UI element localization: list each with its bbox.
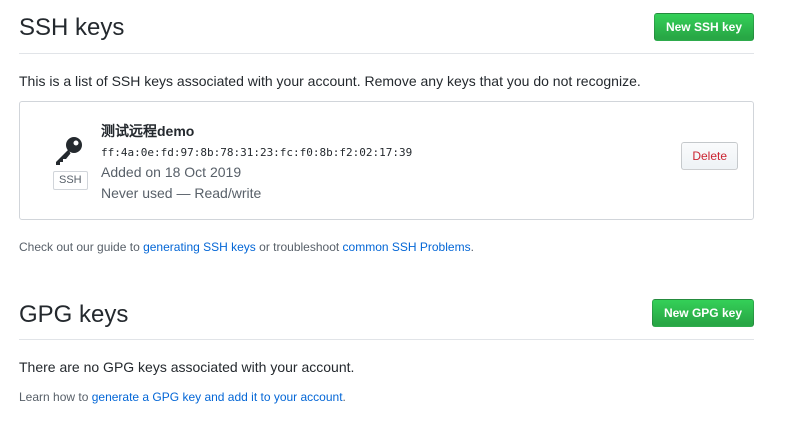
key-fingerprint: ff:4a:0e:fd:97:8b:78:31:23:fc:f0:8b:f2:0… (101, 146, 413, 159)
generating-ssh-keys-link[interactable]: generating SSH keys (143, 240, 256, 254)
ssh-note-suffix: . (470, 240, 474, 254)
ssh-help-note: Check out our guide to generating SSH ke… (19, 240, 474, 254)
ssh-keys-title: SSH keys (19, 14, 125, 41)
ssh-key-item: SSH 测试远程demo ff:4a:0e:fd:97:8b:78:31:23:… (19, 101, 754, 220)
gpg-keys-header: GPG keys New GPG key (19, 285, 754, 340)
new-gpg-key-button[interactable]: New GPG key (651, 299, 754, 327)
key-added-date: Added on 18 Oct 2019 (101, 164, 242, 180)
key-usage-status: Never used — Read/write (101, 185, 262, 201)
ssh-keys-description: This is a list of SSH keys associated wi… (19, 73, 641, 89)
gpg-help-note: Learn how to generate a GPG key and add … (19, 390, 346, 404)
ssh-keys-header: SSH keys New SSH key (19, 0, 754, 54)
gpg-keys-title: GPG keys (19, 301, 129, 328)
common-ssh-problems-link[interactable]: common SSH Problems (343, 240, 471, 254)
key-icon (56, 137, 82, 165)
gpg-note-suffix: . (342, 390, 346, 404)
new-ssh-key-button[interactable]: New SSH key (653, 13, 754, 41)
delete-key-button[interactable]: Delete (681, 142, 738, 170)
generate-gpg-key-link[interactable]: generate a GPG key and add it to your ac… (92, 390, 343, 404)
gpg-keys-description: There are no GPG keys associated with yo… (19, 359, 355, 375)
ssh-badge: SSH (53, 171, 88, 190)
ssh-note-prefix: Check out our guide to (19, 240, 144, 254)
ssh-note-middle: or troubleshoot (255, 240, 343, 254)
gpg-note-prefix: Learn how to (19, 390, 92, 404)
key-title: 测试远程demo (101, 123, 195, 139)
